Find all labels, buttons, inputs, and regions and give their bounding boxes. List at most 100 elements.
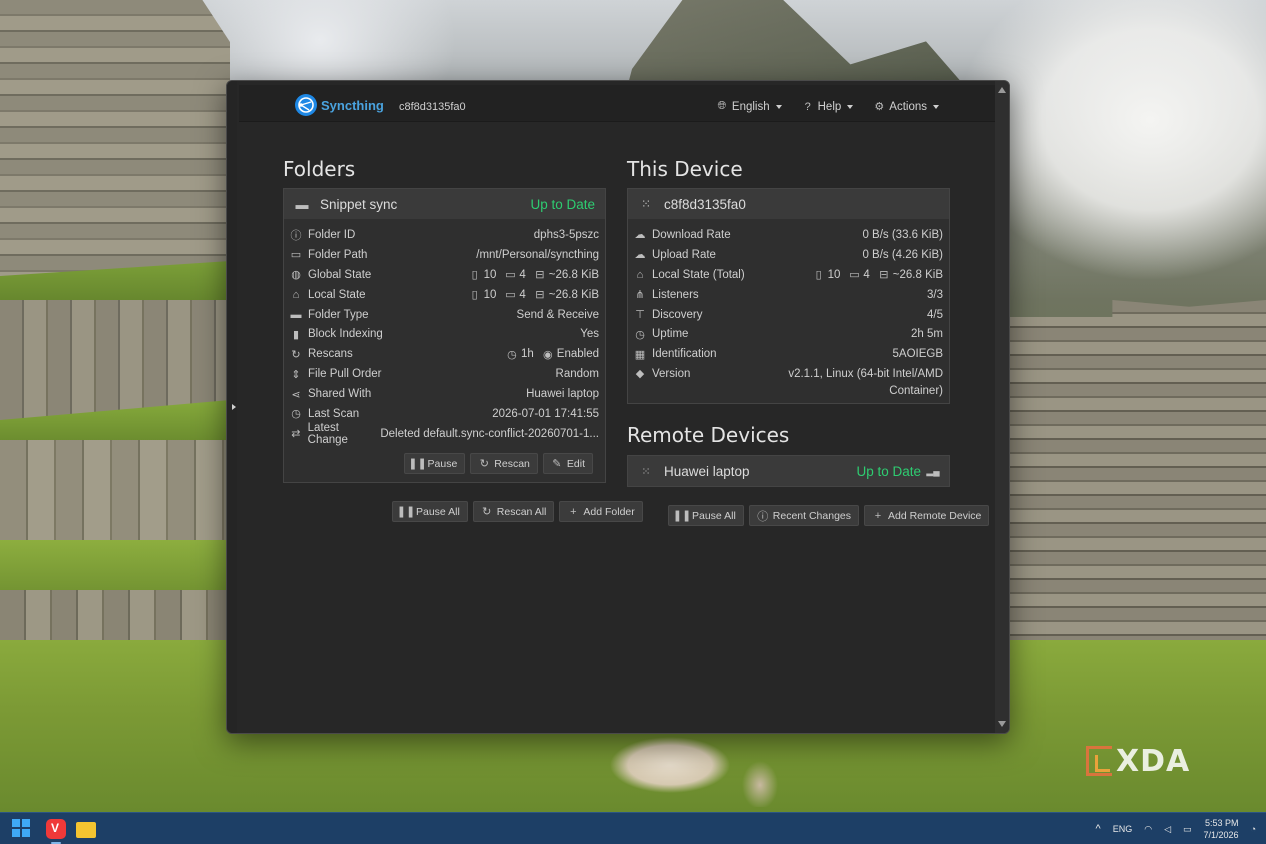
row-label: Identification	[652, 348, 717, 361]
cloud-upload-icon: ☁	[634, 249, 646, 262]
windows-start-icon[interactable]	[12, 819, 32, 839]
language-menu[interactable]: 🌐︎ English	[716, 100, 782, 113]
folder-outline-icon: ▭	[505, 269, 516, 282]
file-explorer-icon[interactable]	[76, 822, 96, 838]
pause-all-folders-button[interactable]: ❚❚ Pause All	[392, 501, 468, 522]
xda-watermark: XDA	[1086, 743, 1191, 779]
input-language[interactable]: ENG	[1113, 824, 1133, 834]
dir-count: 4	[519, 288, 526, 301]
folders-heading: Folders	[283, 157, 356, 181]
shared-device-link[interactable]: Huawei laptop	[526, 388, 599, 400]
qrcode-icon: ▦	[634, 348, 646, 361]
wifi-icon[interactable]: ◠	[1144, 824, 1152, 835]
size-value: ~26.8 KiB	[548, 288, 599, 301]
vivaldi-browser-icon[interactable]	[46, 819, 66, 839]
window-left-edge	[227, 81, 237, 733]
folder-details: ⓘ Folder ID dphs3-5pszc ▭ Folder Path /mnt…	[284, 219, 605, 446]
row-global-state: ◍ Global State ▯ 10 ▭ 4 ⊟ ~26.8 KiB	[290, 265, 599, 285]
taskbar: ^ ENG ◠ ◁ ▭ 5:53 PM 7/1/2026 ◔	[0, 812, 1266, 844]
dir-count: 4	[519, 268, 526, 281]
expand-arrow-icon[interactable]	[232, 404, 236, 410]
help-label: Help	[817, 100, 842, 113]
pause-label: Pause	[427, 457, 458, 470]
row-label: Global State	[308, 268, 372, 281]
pause-all-devices-button[interactable]: ❚❚ Pause All	[668, 505, 744, 526]
version-line-1: v2.1.1, Linux (64-bit Intel/AMD	[788, 368, 943, 381]
row-uptime: ◷ Uptime 2h 5m	[634, 324, 943, 344]
row-rescans: ↻ Rescans ◷ 1h ◉ Enabled	[290, 344, 599, 364]
file-icon: ▯	[471, 289, 478, 302]
scroll-down-icon[interactable]	[998, 721, 1006, 727]
folder-outline-icon: ▭	[505, 289, 516, 302]
xda-logo-icon	[1086, 746, 1112, 776]
remote-devices-heading: Remote Devices	[627, 423, 790, 447]
pencil-icon: ✎	[552, 458, 562, 470]
discovery-value[interactable]: 4/5	[927, 309, 943, 321]
row-label: Block Indexing	[308, 328, 383, 341]
row-value: Send & Receive	[516, 308, 599, 321]
rescan-button[interactable]: ↻ Rescan	[470, 453, 538, 474]
globe-icon: ◍	[291, 269, 301, 282]
pause-icon: ❚❚	[672, 510, 692, 522]
caret-down-icon	[933, 104, 939, 109]
this-device-name: c8f8d3135fa0	[664, 196, 746, 212]
chevron-up-icon[interactable]: ^	[1096, 823, 1101, 835]
row-label: Uptime	[652, 328, 689, 341]
plus-icon: +	[570, 505, 577, 518]
remote-device-panel: ⁙ Huawei laptop Up to Date ▂▄	[627, 455, 950, 487]
system-tray: ^ ENG ◠ ◁ ▭ 5:53 PM 7/1/2026 ◔	[1096, 817, 1256, 841]
signpost-icon: ⊤	[635, 309, 645, 321]
device-id-link[interactable]: 5AOIEGB	[893, 348, 944, 360]
notification-bell-icon[interactable]: ◔	[1251, 824, 1256, 834]
row-label: Last Scan	[308, 407, 360, 420]
row-local-state: ⌂ Local State ▯ 10 ▭ 4 ⊟ ~26.8 KiB	[290, 285, 599, 305]
folder-panel-header[interactable]: ▬ Snippet sync Up to Date	[284, 189, 605, 219]
file-icon: ▯	[815, 269, 822, 282]
pause-button[interactable]: ❚❚ Pause	[403, 453, 466, 474]
this-device-header[interactable]: ⁙ c8f8d3135fa0	[628, 189, 949, 219]
row-identification: ▦ Identification 5AOIEGB	[634, 344, 943, 364]
refresh-icon: ↻	[291, 348, 301, 361]
clock[interactable]: 5:53 PM 7/1/2026	[1204, 817, 1239, 841]
version-line-2: Container)	[889, 385, 943, 398]
exchange-icon: ⇄	[291, 428, 301, 441]
actions-label: Actions	[889, 100, 927, 113]
remote-device-header[interactable]: ⁙ Huawei laptop Up to Date ▂▄	[628, 456, 949, 486]
help-menu[interactable]: ? Help	[802, 100, 854, 113]
cloud-download-icon: ☁	[634, 229, 646, 242]
row-listeners: ⋔ Listeners 3/3	[634, 285, 943, 305]
remote-device-name: Huawei laptop	[664, 463, 750, 479]
clock-time: 5:53 PM	[1205, 818, 1239, 828]
hdd-icon: ⊟	[535, 289, 545, 302]
clock-icon: ◷	[635, 328, 645, 341]
battery-icon[interactable]: ▭	[1183, 824, 1192, 835]
tag-icon: ◆	[635, 368, 645, 381]
edit-button[interactable]: ✎ Edit	[542, 453, 593, 474]
add-folder-label: Add Folder	[583, 505, 635, 518]
add-folder-button[interactable]: + Add Folder	[559, 501, 643, 522]
scrollbar[interactable]	[995, 81, 1009, 733]
row-value: 2h 5m	[911, 328, 943, 341]
share-icon: ⋖	[291, 388, 301, 401]
recent-changes-button[interactable]: ⓘ Recent Changes	[748, 505, 859, 526]
rescan-all-button[interactable]: ↻ Rescan All	[472, 501, 555, 522]
background-ruins-right	[1010, 300, 1266, 640]
actions-menu[interactable]: ⚙ Actions	[873, 100, 939, 113]
xda-wordmark: XDA	[1116, 743, 1191, 779]
row-upload-rate: ☁ Upload Rate 0 B/s (4.26 KiB)	[634, 245, 944, 265]
row-value: 2026-07-01 17:41:55	[492, 407, 599, 420]
add-remote-device-button[interactable]: + Add Remote Device	[864, 505, 990, 526]
row-label: Local State	[308, 288, 366, 301]
dir-count: 4	[863, 268, 870, 281]
caret-down-icon	[847, 104, 854, 109]
this-device-heading: This Device	[627, 157, 743, 181]
volume-icon[interactable]: ◁	[1164, 824, 1171, 835]
clock-icon: ◷	[291, 408, 301, 421]
size-value: ~26.8 KiB	[548, 268, 599, 281]
listeners-value[interactable]: 3/3	[927, 289, 943, 301]
row-label: Upload Rate	[652, 248, 716, 261]
row-discovery: ⊤ Discovery 4/5	[634, 305, 943, 325]
brand[interactable]: Syncthing	[295, 94, 384, 116]
row-download-rate: ☁ Download Rate 0 B/s (33.6 KiB)	[634, 225, 944, 245]
scroll-up-icon[interactable]	[998, 87, 1006, 93]
